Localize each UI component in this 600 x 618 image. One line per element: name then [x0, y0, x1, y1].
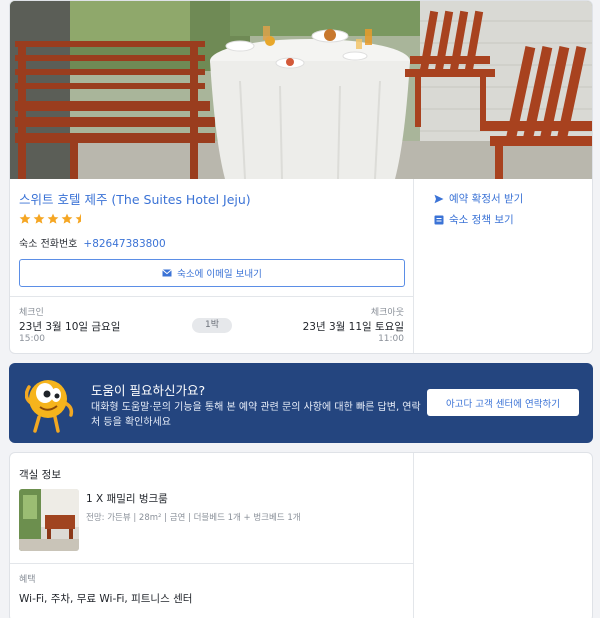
hotel-photo — [10, 1, 592, 179]
room-heading: 객실 정보 — [19, 469, 61, 481]
help-banner: 도움이 필요하신가요? 대화형 도움말·문의 기능을 통해 본 예약 관련 문의… — [9, 363, 593, 443]
view-policy-label: 숙소 정책 보기 — [449, 214, 514, 226]
view-policy-link[interactable]: 숙소 정책 보기 — [434, 212, 514, 227]
room-photo[interactable] — [19, 489, 79, 551]
room-details: 전망: 가든뷰 | 28m² | 금연 | 더블베드 1개 + 벙크베드 1개 — [86, 513, 301, 523]
phone-label: 숙소 전화번호 — [19, 239, 78, 250]
send-arrow-icon — [434, 194, 444, 203]
star-rating — [19, 213, 87, 225]
get-confirmation-link[interactable]: 예약 확정서 받기 — [434, 191, 523, 206]
half-star-icon — [75, 213, 81, 224]
checkin-date: 23년 3월 10일 금요일 — [19, 321, 121, 333]
hotel-photo-image — [10, 1, 592, 179]
hotel-info: 스위트 호텔 제주 (The Suites Hotel Jeju) 숙소 전화번… — [10, 179, 414, 353]
benefits-list: Wi-Fi, 주차, 무료 Wi-Fi, 피트니스 센터 — [19, 593, 193, 605]
get-confirmation-label: 예약 확정서 받기 — [449, 193, 524, 205]
star-icon — [33, 213, 45, 224]
benefits-label: 혜택 — [19, 575, 36, 585]
room-photo-image — [19, 489, 79, 551]
room-info-card: 객실 정보 1 X 패밀리 벙크룸 전망: 가든뷰 | 28m² | 금연 | … — [9, 452, 593, 618]
checkout-label: 체크아웃 — [370, 308, 404, 318]
phone-row: 숙소 전화번호 +82647383800 — [19, 235, 166, 250]
envelope-icon — [162, 269, 172, 277]
divider — [10, 296, 414, 297]
phone-number-link[interactable]: +82647383800 — [83, 238, 165, 250]
checkin-time: 15:00 — [19, 334, 45, 344]
hotel-name[interactable]: 스위트 호텔 제주 (The Suites Hotel Jeju) — [19, 189, 251, 208]
contact-support-button[interactable]: 아고다 고객 센터에 연락하기 — [427, 389, 579, 416]
room-name: 1 X 패밀리 벙크룸 — [86, 493, 168, 505]
star-icon — [19, 213, 31, 224]
checkin-label: 체크인 — [19, 308, 44, 318]
nights-badge: 1박 — [192, 318, 232, 333]
help-description: 대화형 도움말·문의 기능을 통해 본 예약 관련 문의 사항에 대한 빠른 답… — [91, 402, 421, 428]
hotel-card: 스위트 호텔 제주 (The Suites Hotel Jeju) 숙소 전화번… — [9, 0, 593, 354]
divider — [10, 563, 414, 564]
document-icon — [434, 215, 444, 224]
side-actions: 예약 확정서 받기 숙소 정책 보기 — [414, 179, 592, 353]
checkout-date: 23년 3월 11일 토요일 — [302, 321, 404, 333]
room-info: 객실 정보 1 X 패밀리 벙크룸 전망: 가든뷰 | 28m² | 금연 | … — [10, 453, 414, 618]
email-hotel-label: 숙소에 이메일 보내기 — [177, 269, 262, 280]
agoda-mascot-icon — [25, 380, 74, 433]
email-hotel-button[interactable]: 숙소에 이메일 보내기 — [19, 259, 405, 287]
help-title: 도움이 필요하신가요? — [91, 383, 206, 398]
star-icon — [47, 213, 59, 224]
star-icon — [61, 213, 73, 224]
checkout-time: 11:00 — [378, 334, 404, 344]
